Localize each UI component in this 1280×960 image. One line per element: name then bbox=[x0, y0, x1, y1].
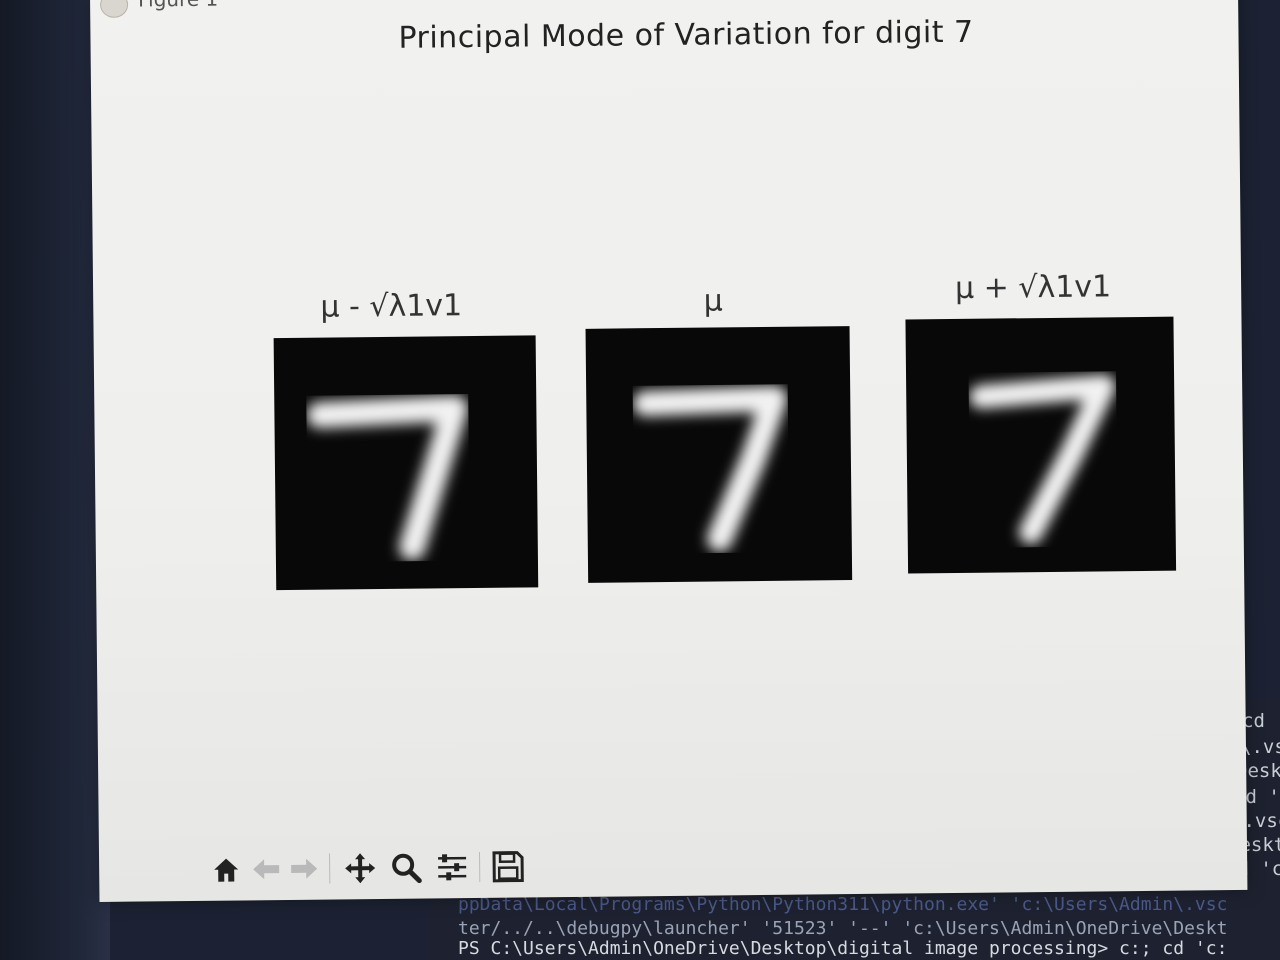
subplot-title: μ - √λ1v1 bbox=[320, 288, 463, 325]
digit-image bbox=[585, 326, 853, 583]
toolbar-separator bbox=[479, 851, 481, 882]
forward-arrow-icon[interactable] bbox=[287, 852, 321, 886]
terminal-line: ter/../..\debugpy\launcher' '51523' '--'… bbox=[458, 918, 1228, 939]
figure-window[interactable]: Figure 1 Principal Mode of Variation for… bbox=[90, 0, 1248, 902]
terminal-prompt-line: PS C:\Users\Admin\OneDrive\Desktop\digit… bbox=[458, 938, 1228, 959]
subplot-title: μ bbox=[703, 283, 723, 319]
matplotlib-app-icon bbox=[99, 0, 129, 18]
toolbar-separator bbox=[329, 853, 331, 884]
window-title: Figure 1 bbox=[138, 0, 218, 11]
terminal-line: ppData\Local\Programs\Python\Python311\p… bbox=[458, 894, 1228, 915]
configure-subplots-icon[interactable] bbox=[435, 850, 469, 884]
back-arrow-icon[interactable] bbox=[249, 852, 283, 886]
digit-image bbox=[273, 335, 539, 591]
home-icon[interactable] bbox=[209, 852, 243, 886]
navigation-toolbar bbox=[209, 847, 569, 891]
digit-image bbox=[905, 316, 1177, 574]
figure-suptitle: Principal Mode of Variation for digit 7 bbox=[398, 14, 974, 56]
pan-move-icon[interactable] bbox=[343, 851, 377, 885]
zoom-magnifier-icon[interactable] bbox=[389, 851, 423, 885]
save-floppy-icon[interactable] bbox=[491, 849, 525, 883]
subplot-title: μ + √λ1v1 bbox=[954, 269, 1112, 306]
